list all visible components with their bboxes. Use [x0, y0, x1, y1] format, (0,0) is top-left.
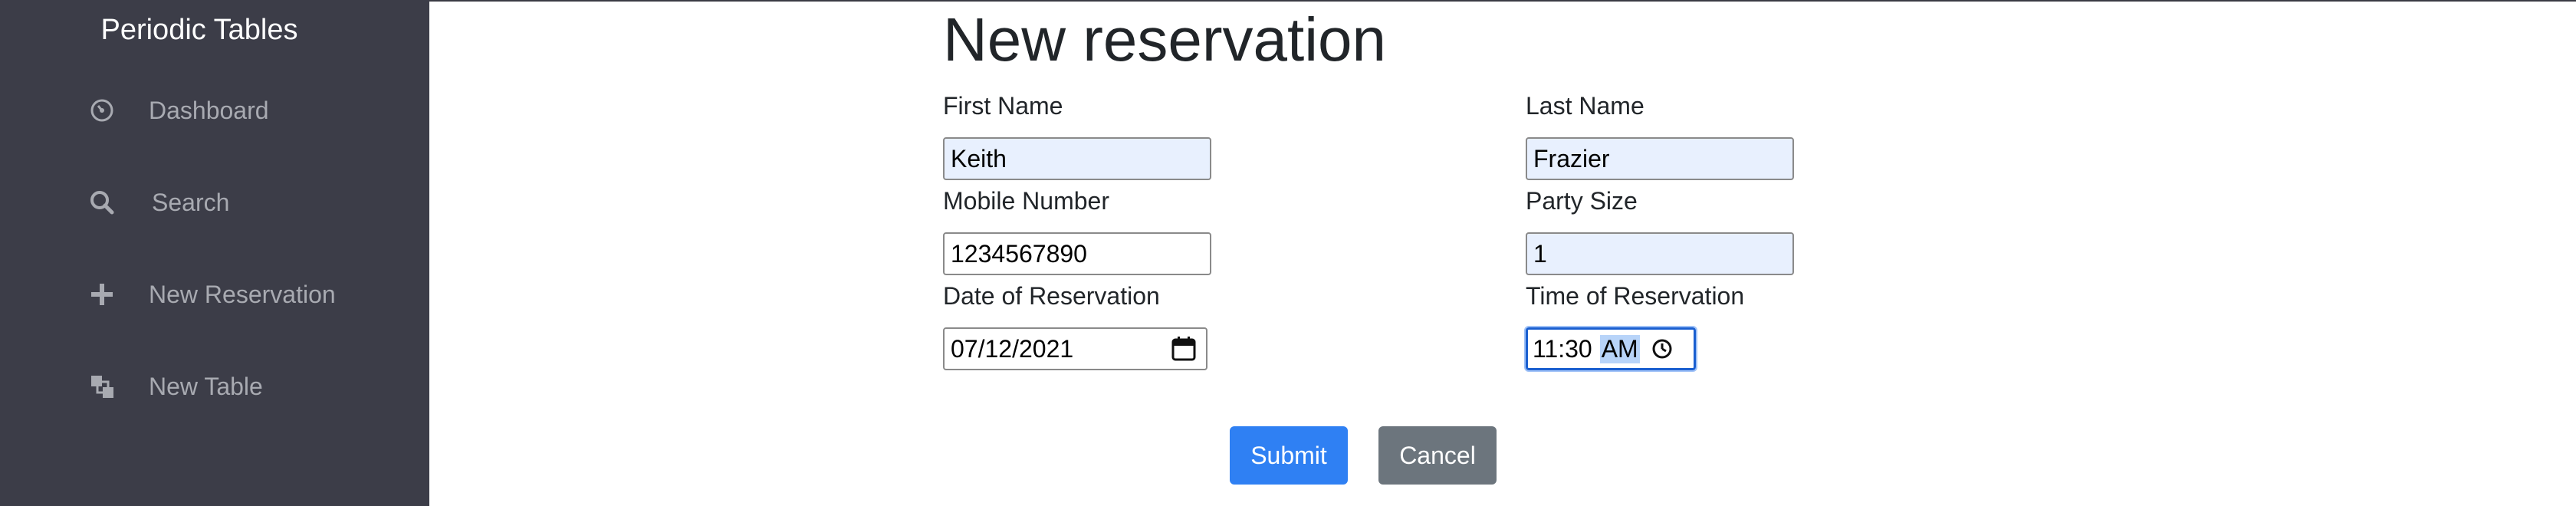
time-value: 11:30 [1533, 334, 1592, 363]
date-input[interactable]: 07/12/2021 [943, 327, 1208, 370]
plus-icon [84, 277, 120, 312]
sidebar-item-label: Dashboard [149, 96, 269, 124]
date-label: Date of Reservation [943, 282, 1160, 310]
last-name-input[interactable]: Frazier [1526, 137, 1794, 180]
time-period[interactable]: AM [1599, 334, 1640, 363]
sidebar-item-new-reservation[interactable]: New Reservation [84, 271, 336, 317]
first-name-value: Keith [951, 144, 1007, 172]
sidebar-item-label: New Reservation [149, 280, 336, 308]
mobile-number-input[interactable]: 1234567890 [943, 232, 1211, 275]
last-name-value: Frazier [1533, 144, 1610, 172]
first-name-input[interactable]: Keith [943, 137, 1211, 180]
sidebar: Periodic Tables Dashboard Search New Res… [0, 0, 429, 506]
search-icon [84, 185, 120, 220]
mobile-number-label: Mobile Number [943, 187, 1109, 215]
layers-icon [84, 369, 120, 404]
sidebar-item-dashboard[interactable]: Dashboard [84, 87, 269, 133]
cancel-button[interactable]: Cancel [1378, 426, 1497, 485]
date-value: 07/12/2021 [951, 334, 1074, 363]
party-size-label: Party Size [1526, 187, 1638, 215]
clock-icon[interactable] [1651, 337, 1674, 360]
mobile-number-value: 1234567890 [951, 239, 1087, 268]
party-size-value: 1 [1533, 239, 1547, 268]
submit-button[interactable]: Submit [1230, 426, 1348, 485]
calendar-icon[interactable] [1171, 336, 1197, 362]
last-name-label: Last Name [1526, 92, 1644, 120]
time-input[interactable]: 11:30 AM [1524, 326, 1697, 372]
sidebar-item-label: Search [152, 188, 230, 216]
main-content: New reservation First Name Keith Last Na… [429, 0, 2576, 506]
sidebar-item-new-table[interactable]: New Table [84, 363, 263, 409]
sidebar-item-search[interactable]: Search [84, 179, 229, 225]
party-size-input[interactable]: 1 [1526, 232, 1794, 275]
time-label: Time of Reservation [1526, 282, 1745, 310]
brand-title: Periodic Tables [100, 14, 298, 46]
page-title: New reservation [943, 5, 1387, 74]
dashboard-icon [84, 93, 120, 128]
sidebar-item-label: New Table [149, 372, 263, 400]
first-name-label: First Name [943, 92, 1063, 120]
